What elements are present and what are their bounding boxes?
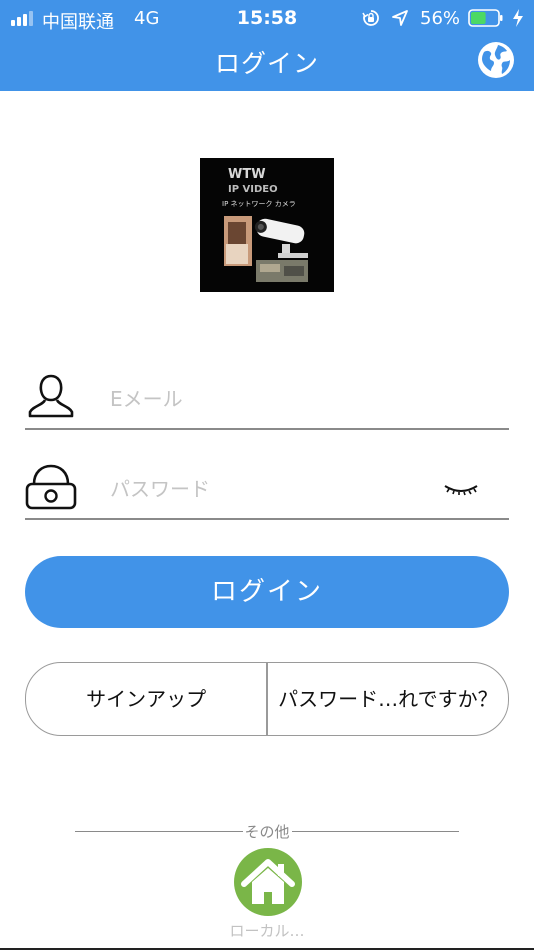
email-field (25, 372, 509, 430)
location-arrow-icon (392, 10, 408, 26)
battery-percent: 56% (420, 8, 461, 29)
other-divider-label: その他 (244, 822, 290, 841)
other-divider: その他 (75, 820, 460, 842)
local-login-button[interactable] (234, 848, 302, 916)
email-underline (25, 428, 509, 430)
account-actions: サインアップ パスワード…れですか？ (25, 662, 509, 736)
user-icon (28, 374, 74, 418)
login-screen: 中国联通 4G 15:58 56% ログイン WTW IP VIDEO IP ネ… (0, 0, 534, 950)
lock-icon (25, 464, 77, 510)
password-input[interactable] (108, 472, 412, 506)
page-title: ログイン (214, 49, 319, 78)
top-bar: 中国联通 4G 15:58 56% ログイン (0, 0, 534, 91)
eye-closed-icon[interactable] (443, 478, 479, 498)
other-divider-line-left (75, 830, 243, 832)
logo-text-wtw: WTW (228, 167, 266, 182)
forgot-password-button[interactable]: パスワード…れですか？ (268, 663, 508, 735)
other-divider-line-right (291, 830, 460, 832)
signup-button[interactable]: サインアップ (26, 663, 266, 735)
password-field (25, 462, 509, 520)
status-bar: 中国联通 4G 15:58 56% (0, 0, 534, 38)
home-icon (241, 859, 295, 904)
charging-bolt-icon (513, 9, 523, 27)
globe-icon[interactable] (476, 40, 516, 80)
logo-text-ipvideo: IP VIDEO (228, 184, 278, 195)
logo-text-network-camera: IP ネットワーク カメラ (222, 200, 296, 208)
password-underline (25, 518, 509, 520)
rotation-lock-icon (362, 10, 379, 26)
logo-artwork: WTW IP VIDEO IP ネットワーク カメラ (200, 158, 334, 292)
local-login-label: ローカル… (229, 922, 305, 940)
email-input[interactable] (108, 382, 412, 416)
battery-icon (468, 9, 503, 27)
login-button[interactable]: ログイン (25, 556, 509, 628)
app-logo: WTW IP VIDEO IP ネットワーク カメラ (200, 158, 334, 292)
